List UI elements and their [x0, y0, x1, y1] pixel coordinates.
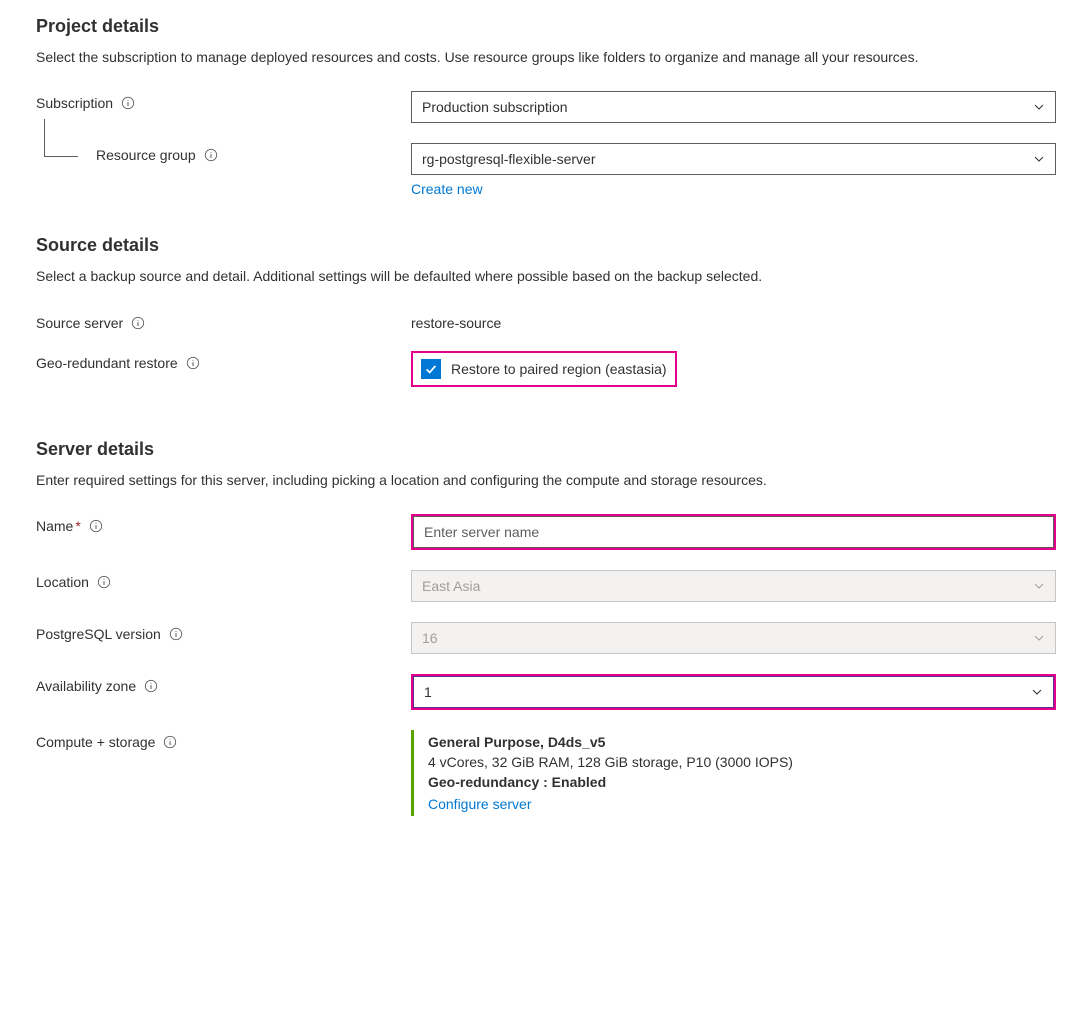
chevron-down-icon	[1031, 685, 1045, 699]
project-details-desc: Select the subscription to manage deploy…	[36, 47, 1056, 67]
resource-group-dropdown[interactable]: rg-postgresql-flexible-server	[411, 143, 1056, 175]
tree-connector-icon	[44, 119, 78, 157]
location-dropdown: East Asia	[411, 570, 1056, 602]
az-highlight: 1	[411, 674, 1056, 710]
geo-redundant-restore-label-text: Geo-redundant restore	[36, 355, 178, 371]
subscription-value: Production subscription	[422, 99, 568, 115]
availability-zone-label-text: Availability zone	[36, 678, 136, 694]
pg-version-row: PostgreSQL version 16	[36, 622, 1056, 654]
availability-zone-row: Availability zone 1	[36, 674, 1056, 710]
chevron-down-icon	[1033, 100, 1047, 114]
chevron-down-icon	[1033, 152, 1047, 166]
geo-redundant-restore-row: Geo-redundant restore Restore to paired …	[36, 351, 1056, 387]
compute-storage-label: Compute + storage	[36, 730, 411, 750]
source-server-label-text: Source server	[36, 315, 123, 331]
name-row: Name *	[36, 514, 1056, 550]
info-icon[interactable]	[97, 575, 111, 589]
pg-version-value: 16	[422, 630, 438, 646]
location-row: Location East Asia	[36, 570, 1056, 602]
source-server-value: restore-source	[411, 311, 1056, 331]
compute-storage-row: Compute + storage General Purpose, D4ds_…	[36, 730, 1056, 816]
server-details-heading: Server details	[36, 439, 1056, 460]
subscription-label: Subscription	[36, 91, 411, 111]
subscription-dropdown[interactable]: Production subscription	[411, 91, 1056, 123]
project-details-heading: Project details	[36, 16, 1056, 37]
location-label-text: Location	[36, 574, 89, 590]
subscription-row: Subscription Production subscription	[36, 91, 1056, 123]
pg-version-dropdown: 16	[411, 622, 1056, 654]
resource-group-label-text: Resource group	[96, 147, 196, 163]
source-details-heading: Source details	[36, 235, 1056, 256]
compute-storage-label-text: Compute + storage	[36, 734, 155, 750]
info-icon[interactable]	[163, 735, 177, 749]
name-label: Name *	[36, 514, 411, 534]
geo-restore-checkbox-label: Restore to paired region (eastasia)	[451, 361, 667, 377]
compute-sku-title: General Purpose, D4ds_v5	[428, 734, 1056, 750]
info-icon[interactable]	[89, 519, 103, 533]
compute-geo-redundancy: Geo-redundancy : Enabled	[428, 774, 1056, 790]
geo-restore-highlight: Restore to paired region (eastasia)	[411, 351, 677, 387]
server-details-desc: Enter required settings for this server,…	[36, 470, 1056, 490]
info-icon[interactable]	[169, 627, 183, 641]
geo-restore-checkbox[interactable]	[421, 359, 441, 379]
info-icon[interactable]	[186, 356, 200, 370]
source-details-desc: Select a backup source and detail. Addit…	[36, 266, 1056, 286]
info-icon[interactable]	[131, 316, 145, 330]
info-icon[interactable]	[144, 679, 158, 693]
availability-zone-label: Availability zone	[36, 674, 411, 694]
configure-server-link[interactable]: Configure server	[428, 796, 532, 812]
name-label-text: Name	[36, 518, 73, 534]
geo-redundant-restore-label: Geo-redundant restore	[36, 351, 411, 371]
required-indicator: *	[75, 518, 80, 534]
resource-group-value: rg-postgresql-flexible-server	[422, 151, 596, 167]
pg-version-label-text: PostgreSQL version	[36, 626, 161, 642]
subscription-label-text: Subscription	[36, 95, 113, 111]
info-icon[interactable]	[121, 96, 135, 110]
source-server-label: Source server	[36, 311, 411, 331]
name-highlight	[411, 514, 1056, 550]
chevron-down-icon	[1033, 631, 1047, 645]
availability-zone-value: 1	[424, 684, 432, 700]
info-icon[interactable]	[204, 148, 218, 162]
location-value: East Asia	[422, 578, 480, 594]
compute-specs: 4 vCores, 32 GiB RAM, 128 GiB storage, P…	[428, 754, 1056, 770]
resource-group-row: Resource group rg-postgresql-flexible-se…	[36, 143, 1056, 197]
resource-group-label: Resource group	[36, 143, 411, 163]
name-input[interactable]	[413, 516, 1054, 548]
pg-version-label: PostgreSQL version	[36, 622, 411, 642]
compute-summary-box: General Purpose, D4ds_v5 4 vCores, 32 Gi…	[411, 730, 1056, 816]
create-new-link[interactable]: Create new	[411, 181, 483, 197]
location-label: Location	[36, 570, 411, 590]
chevron-down-icon	[1033, 579, 1047, 593]
availability-zone-dropdown[interactable]: 1	[413, 676, 1054, 708]
source-server-row: Source server restore-source	[36, 311, 1056, 331]
